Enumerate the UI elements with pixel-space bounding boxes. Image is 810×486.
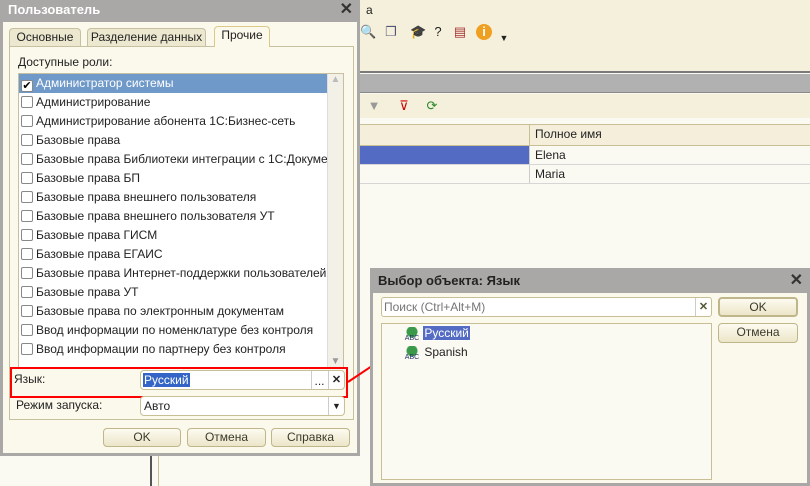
cancel-button[interactable]: Отмена <box>187 428 266 447</box>
app-title-fragment: а <box>366 3 373 17</box>
role-item[interactable]: Ввод информации по номенклатуре без конт… <box>19 321 343 340</box>
highlight-box <box>10 367 348 398</box>
divider <box>150 455 152 486</box>
tab-other[interactable]: Прочие <box>214 26 270 47</box>
checkbox[interactable] <box>21 210 33 222</box>
role-item[interactable]: Базовые права по электронным документам <box>19 302 343 321</box>
role-label: Базовые права по электронным документам <box>36 304 285 318</box>
role-label: Базовые права Библиотеки интеграции с 1С… <box>36 152 344 166</box>
scrollbar[interactable]: ▲ ▼ <box>327 74 343 367</box>
checkbox[interactable] <box>21 115 33 127</box>
role-label: Базовые права УТ <box>36 285 139 299</box>
checkbox[interactable] <box>21 286 33 298</box>
column-header-name[interactable] <box>360 125 530 145</box>
role-label: Ввод информации по партнеру без контроля <box>36 342 286 356</box>
roles-list: ✔ Администратор системы Администрирование А… <box>18 73 344 368</box>
role-item[interactable]: ✔ Администратор системы <box>19 74 343 93</box>
student-icon[interactable]: 🎓 <box>410 24 426 40</box>
language-icon: ABC <box>404 346 420 362</box>
role-label: Базовые права ЕГАИС <box>36 247 163 261</box>
role-label: Базовые права ГИСМ <box>36 228 158 242</box>
role-label: Базовые права <box>36 133 121 147</box>
language-list: ABC Русский ABC Spanish <box>381 323 712 480</box>
app-toolbar-area: а 🔍 ❐ 🎓 ? ▤ i ▼ <box>360 0 810 73</box>
column-header-fullname[interactable]: Полное имя <box>530 125 602 145</box>
report-icon[interactable]: ▤ <box>452 24 468 40</box>
ok-button[interactable]: OK <box>103 428 181 447</box>
role-item[interactable]: Базовые права Интернет-поддержки пользов… <box>19 264 343 283</box>
refresh-icon[interactable]: ⟳ <box>424 98 440 114</box>
role-label: Базовые права Интернет-поддержки пользов… <box>36 266 327 280</box>
list-item[interactable]: ABC Русский <box>404 325 471 343</box>
dialog-title: Выбор объекта: Язык <box>378 273 520 288</box>
search-text[interactable] <box>382 298 682 315</box>
roles-label: Доступные роли: <box>18 55 113 69</box>
table-row[interactable]: Maria <box>360 165 810 184</box>
role-label: Базовые права внешнего пользователя УТ <box>36 209 275 223</box>
checkbox[interactable] <box>21 324 33 336</box>
role-item[interactable]: Администрирование <box>19 93 343 112</box>
dialog-title-bar: Выбор объекта: Язык ✕ <box>373 271 807 293</box>
tab-main[interactable]: Основные <box>9 28 81 46</box>
search-input[interactable]: ✕ <box>381 297 712 317</box>
launch-mode-label: Режим запуска: <box>16 398 103 412</box>
ok-button[interactable]: OK <box>718 297 798 317</box>
checkbox[interactable] <box>21 96 33 108</box>
checkbox[interactable] <box>21 191 33 203</box>
table-row[interactable]: Elena <box>360 146 810 165</box>
role-item[interactable]: Администрирование абонента 1С:Бизнес-сет… <box>19 112 343 131</box>
checkbox[interactable] <box>21 248 33 260</box>
role-label: Базовые права БП <box>36 171 141 185</box>
info-icon[interactable]: i <box>476 24 492 40</box>
role-item[interactable]: Базовые права Библиотеки интеграции с 1С… <box>19 150 343 169</box>
checkbox[interactable] <box>21 153 33 165</box>
role-item[interactable]: Базовые права внешнего пользователя <box>19 188 343 207</box>
window-strip <box>360 74 810 93</box>
language-icon: ABC <box>404 327 420 343</box>
role-item[interactable]: Базовые права БП <box>19 169 343 188</box>
role-label: Администратор системы <box>36 76 174 90</box>
role-item[interactable]: Базовые права ГИСМ <box>19 226 343 245</box>
close-icon[interactable]: ✕ <box>340 0 353 20</box>
list-item[interactable]: ABC Spanish <box>404 345 469 362</box>
checkbox[interactable]: ✔ <box>21 80 33 92</box>
checkbox[interactable] <box>21 229 33 241</box>
cancel-button[interactable]: Отмена <box>718 323 798 343</box>
role-item[interactable]: Базовые права ЕГАИС <box>19 245 343 264</box>
launch-mode-select[interactable]: Авто ▼ <box>140 396 345 416</box>
dialog-title: Пользователь <box>8 2 101 17</box>
table-header: Полное имя <box>360 124 810 146</box>
role-label: Ввод информации по номенклатуре без конт… <box>36 323 314 337</box>
filter-clear-icon[interactable]: ⊽ <box>396 98 412 114</box>
chevron-down-icon[interactable]: ▼ <box>328 397 344 415</box>
role-item[interactable]: Ввод информации по партнеру без контроля <box>19 340 343 359</box>
help-search-icon[interactable]: ? <box>430 24 446 40</box>
role-label: Базовые права внешнего пользователя <box>36 190 257 204</box>
dropdown-icon[interactable]: ▼ <box>496 30 512 46</box>
role-label: Администрирование <box>36 95 151 109</box>
list-toolbar: ▼ ⊽ ⟳ <box>360 94 810 118</box>
divider <box>158 455 159 486</box>
role-item[interactable]: Базовые права <box>19 131 343 150</box>
help-button[interactable]: Справка <box>271 428 350 447</box>
search-icon[interactable]: 🔍 <box>360 24 376 40</box>
clear-search-icon[interactable]: ✕ <box>695 298 711 316</box>
role-item[interactable]: Базовые права УТ <box>19 283 343 302</box>
checkbox[interactable] <box>21 343 33 355</box>
checkbox[interactable] <box>21 172 33 184</box>
checkbox[interactable] <box>21 305 33 317</box>
role-item[interactable]: Базовые права внешнего пользователя УТ <box>19 207 343 226</box>
checkbox[interactable] <box>21 134 33 146</box>
windows-icon[interactable]: ❐ <box>383 24 399 40</box>
checkbox[interactable] <box>21 267 33 279</box>
role-label: Администрирование абонента 1С:Бизнес-сет… <box>36 114 296 128</box>
filter-icon[interactable]: ▼ <box>366 98 382 114</box>
dialog-title-bar: Пользователь ✕ <box>3 0 357 22</box>
tab-data-separation[interactable]: Разделение данных <box>87 28 206 46</box>
close-icon[interactable]: ✕ <box>790 271 803 291</box>
